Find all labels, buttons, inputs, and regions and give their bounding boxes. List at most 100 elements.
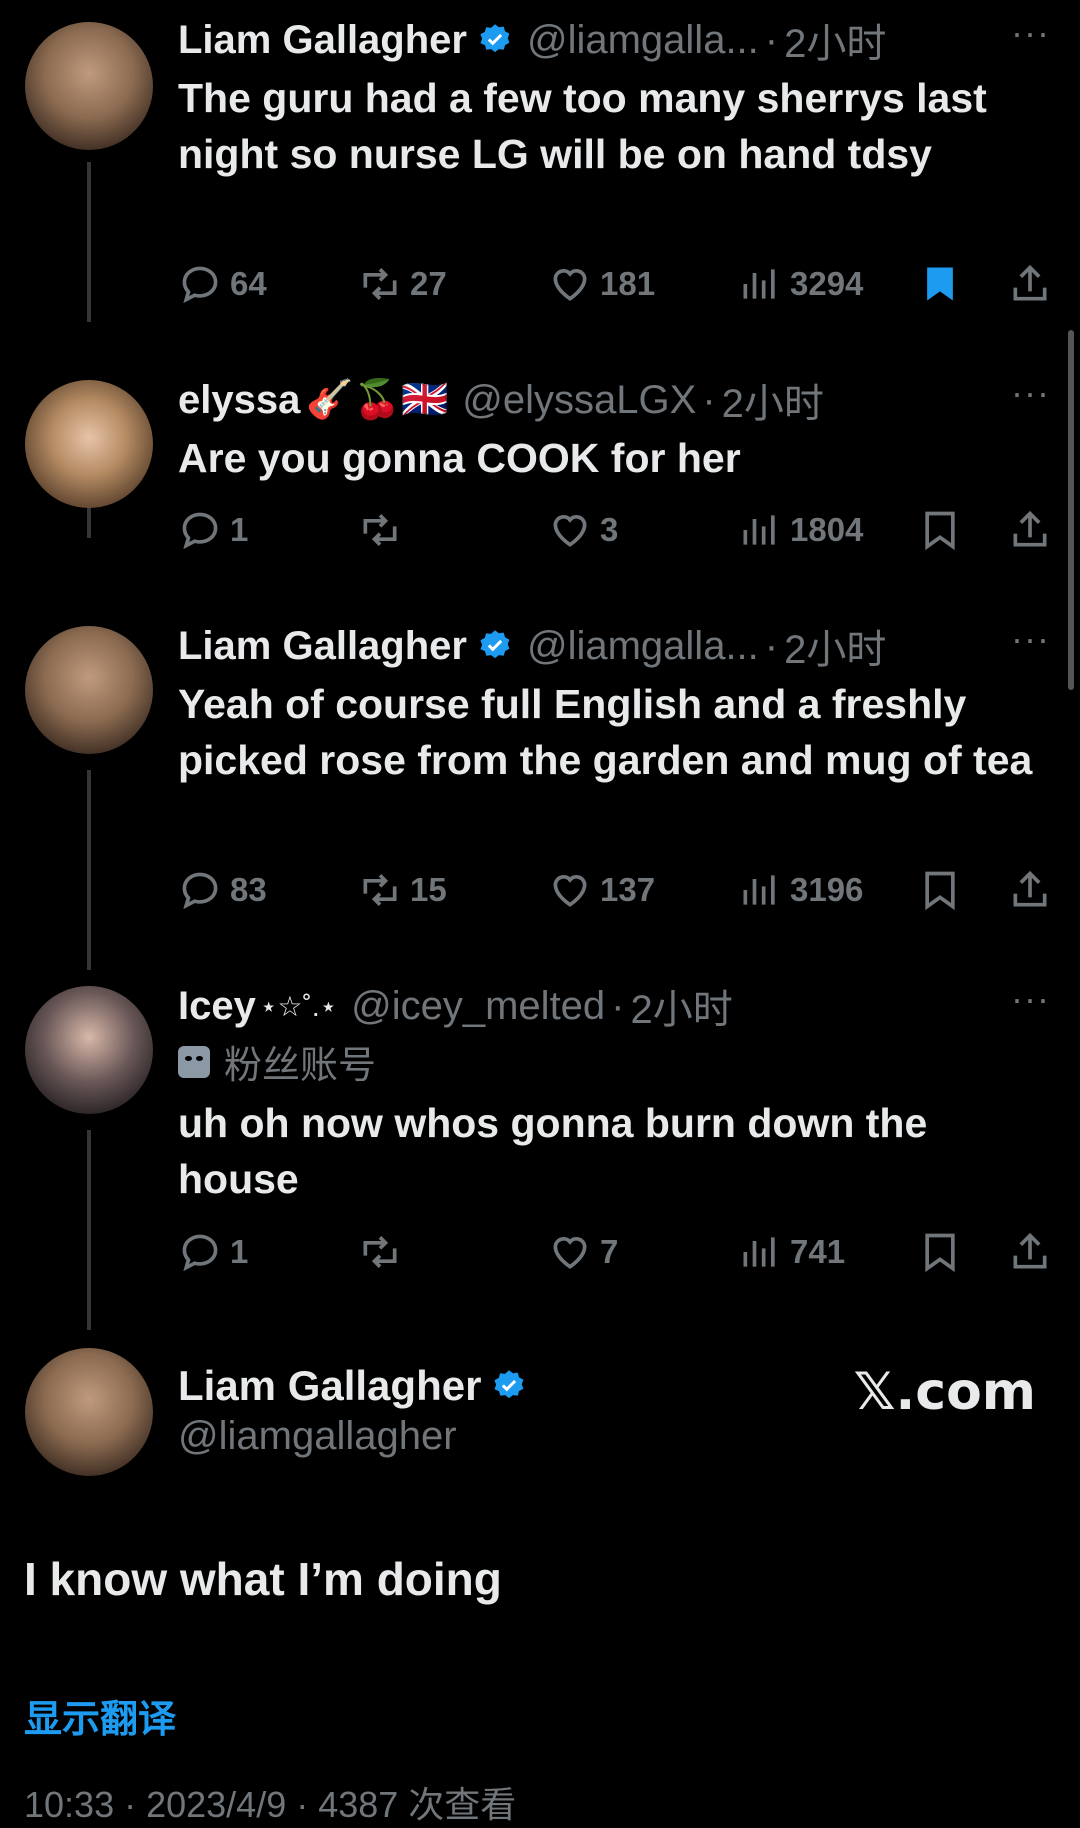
separator-dot: · xyxy=(764,623,779,668)
bookmark-filled-icon xyxy=(927,267,953,301)
bookmark-icon xyxy=(925,511,955,551)
more-options-icon[interactable]: ··· xyxy=(1011,978,1050,1020)
retweet-count: 15 xyxy=(410,871,447,908)
share-button[interactable] xyxy=(1008,262,1060,306)
reply-icon xyxy=(182,266,218,304)
avatar[interactable] xyxy=(25,1348,153,1476)
heart-icon xyxy=(553,875,587,907)
like-button[interactable]: 137 xyxy=(548,868,655,912)
retweet-button[interactable]: 15 xyxy=(358,868,447,912)
reply-tweet[interactable]: Liam Gallagher @liamgalla... · 2小时 The g… xyxy=(0,0,1080,330)
bookmark-button[interactable] xyxy=(918,1230,970,1274)
retweet-button[interactable]: 27 xyxy=(358,262,447,306)
mask-icon xyxy=(178,1045,210,1078)
timestamp[interactable]: 2小时 xyxy=(722,371,824,429)
like-button[interactable]: 181 xyxy=(548,262,655,306)
verified-badge-icon xyxy=(480,630,510,659)
avatar[interactable] xyxy=(25,22,153,150)
like-count: 3 xyxy=(600,511,619,548)
like-button[interactable]: 3 xyxy=(548,508,618,552)
like-count: 137 xyxy=(600,871,656,908)
views-chart-icon xyxy=(743,875,775,905)
tweet-text: Are you gonna COOK for her xyxy=(178,435,741,481)
reply-tweet[interactable]: Icey ⋆☆˚.⋆ @icey_melted · 2小时 粉丝账号 uh oh… xyxy=(0,940,1080,1300)
views-button[interactable]: 3294 xyxy=(738,262,863,306)
view-count: 741 xyxy=(790,1233,846,1270)
bookmark-button[interactable] xyxy=(918,868,970,912)
timestamp[interactable]: 2小时 xyxy=(784,617,886,675)
avatar[interactable] xyxy=(25,380,153,508)
tweet-text: The guru had a few too many sherrys last… xyxy=(178,75,987,177)
heart-icon xyxy=(553,1237,587,1269)
view-count: 1804 xyxy=(790,511,864,548)
reply-button[interactable]: 64 xyxy=(178,262,267,306)
reply-button[interactable]: 1 xyxy=(178,1230,248,1274)
share-icon xyxy=(1013,1232,1047,1269)
share-button[interactable] xyxy=(1008,868,1060,912)
more-options-icon[interactable]: ··· xyxy=(1011,618,1050,660)
retweet-icon xyxy=(363,268,397,300)
views-button[interactable]: 3196 xyxy=(738,868,863,912)
heart-icon xyxy=(553,269,587,301)
display-name[interactable]: Liam Gallagher xyxy=(178,1362,481,1410)
user-handle[interactable]: @elyssaLGX xyxy=(462,378,696,423)
scrollbar[interactable] xyxy=(1068,330,1074,690)
show-translation-link[interactable]: 显示翻译 xyxy=(24,1688,176,1743)
reply-count: 64 xyxy=(230,265,267,302)
separator-dot: · xyxy=(611,983,625,1028)
avatar[interactable] xyxy=(25,986,153,1114)
main-post: Liam Gallagher @liamgallagher 𝕏.com I kn… xyxy=(0,1300,1080,1825)
views-chart-icon xyxy=(743,515,775,545)
views-chart-icon xyxy=(743,269,775,299)
reply-icon xyxy=(182,512,218,550)
share-icon xyxy=(1013,510,1047,547)
retweet-count: 27 xyxy=(410,265,447,302)
verified-badge-icon xyxy=(480,24,510,53)
name-decoration: ⋆☆˚.⋆ xyxy=(259,990,338,1022)
tweet-text: Yeah of course full English and a freshl… xyxy=(178,681,1033,783)
share-button[interactable] xyxy=(1008,1230,1060,1274)
separator-dot: · xyxy=(764,17,779,62)
reply-count: 1 xyxy=(230,511,249,548)
separator-dot: · xyxy=(702,377,716,422)
more-options-icon[interactable]: ··· xyxy=(1011,12,1050,54)
bookmark-button[interactable] xyxy=(918,262,970,306)
reply-tweet[interactable]: elyssa 🎸🍒🇬🇧 @elyssaLGX · 2小时 Are you gon… xyxy=(0,330,1080,570)
reply-button[interactable]: 83 xyxy=(178,868,267,912)
avatar[interactable] xyxy=(25,626,153,754)
share-icon xyxy=(1013,870,1047,907)
retweet-button[interactable] xyxy=(358,1230,410,1274)
tweet-text: uh oh now whos gonna burn down the house xyxy=(178,1100,928,1202)
fan-account-text: 粉丝账号 xyxy=(224,1045,377,1087)
user-handle[interactable]: @liamgalla... xyxy=(527,18,759,63)
retweet-button[interactable] xyxy=(358,508,410,552)
views-button[interactable]: 1804 xyxy=(738,508,863,552)
display-name[interactable]: Icey xyxy=(178,984,256,1029)
bookmark-button[interactable] xyxy=(918,508,970,552)
views-button[interactable]: 741 xyxy=(738,1230,845,1274)
reply-icon xyxy=(182,1234,218,1272)
display-name[interactable]: Liam Gallagher xyxy=(178,624,467,669)
timestamp[interactable]: 2小时 xyxy=(631,977,733,1035)
reply-button[interactable]: 1 xyxy=(178,508,248,552)
view-count: 3196 xyxy=(790,871,864,908)
like-button[interactable]: 7 xyxy=(548,1230,618,1274)
more-options-icon[interactable]: ··· xyxy=(1011,372,1050,414)
timestamp[interactable]: 2小时 xyxy=(784,11,886,69)
reply-icon xyxy=(182,872,218,910)
reply-tweet[interactable]: Liam Gallagher @liamgalla... · 2小时 Yeah … xyxy=(0,570,1080,940)
share-button[interactable] xyxy=(1008,508,1060,552)
user-handle[interactable]: @icey_melted xyxy=(351,984,605,1029)
display-name[interactable]: Liam Gallagher xyxy=(178,18,467,63)
heart-icon xyxy=(553,515,587,547)
views-chart-icon xyxy=(743,1237,775,1267)
bookmark-icon xyxy=(925,871,955,911)
post-metadata: 10:33 · 2023/4/9 · 4387 次查看 xyxy=(24,1784,517,1825)
user-handle[interactable]: @liamgalla... xyxy=(527,624,759,669)
retweet-icon xyxy=(363,514,397,546)
reply-count: 1 xyxy=(230,1233,249,1270)
share-icon xyxy=(1013,264,1047,301)
display-name[interactable]: elyssa xyxy=(178,378,300,423)
retweet-icon xyxy=(363,874,397,906)
retweet-icon xyxy=(363,1236,397,1268)
